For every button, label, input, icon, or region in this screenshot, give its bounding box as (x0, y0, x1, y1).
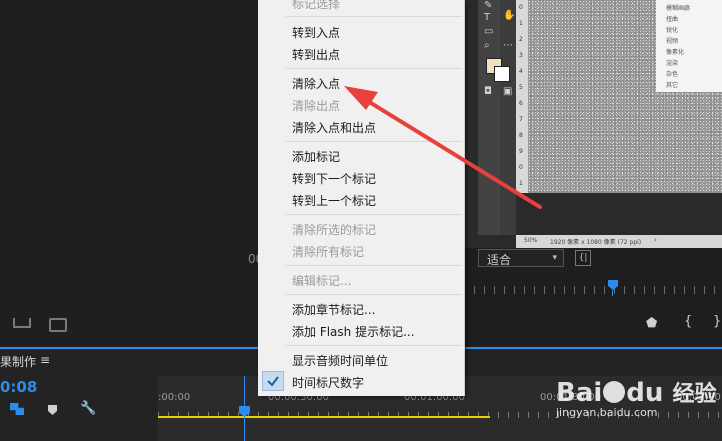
baidu-watermark: Bai du 经验 jingyan.baidu.com (556, 376, 717, 419)
watermark-brand: Bai (556, 378, 603, 408)
watermark-cn: 经验 (672, 382, 717, 407)
watermark-brand2: du (626, 378, 664, 408)
paw-icon (603, 381, 626, 403)
annotation-arrow (344, 86, 542, 209)
watermark-url: jingyan.baidu.com (556, 406, 658, 419)
